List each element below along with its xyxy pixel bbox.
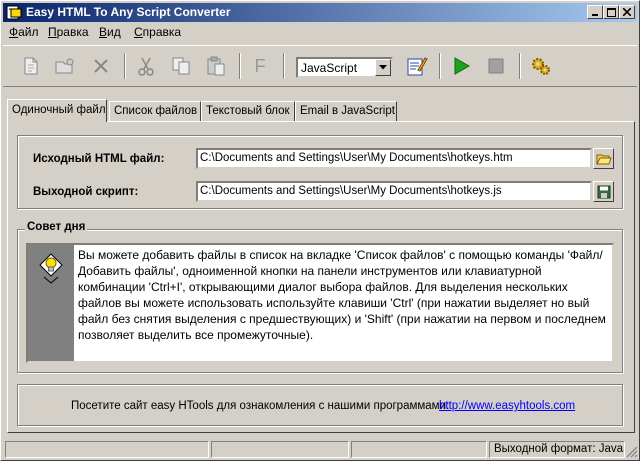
menu-edit-accel: П: [48, 25, 57, 39]
edit-icon: [407, 57, 428, 76]
menu-file[interactable]: Файл: [9, 25, 39, 39]
window-title: Easy HTML To Any Script Converter: [26, 5, 231, 19]
resize-grip-icon[interactable]: [626, 446, 638, 458]
status-pane-1: [5, 441, 209, 458]
status-format: Выходной формат: JavaScript: [489, 441, 625, 458]
save-output-button[interactable]: [593, 181, 614, 202]
menu-view-accel: В: [99, 25, 108, 39]
tip-box: Вы можете добавить файлы в список на вкл…: [26, 243, 614, 363]
cut-button[interactable]: [134, 54, 158, 78]
chevron-down-icon: [379, 65, 387, 70]
toolbar: F JavaScript: [3, 45, 637, 87]
toolbar-separator: [439, 53, 441, 79]
source-file-label: Исходный HTML файл:: [33, 153, 165, 165]
stop-icon: [488, 58, 504, 74]
new-file-button[interactable]: [19, 54, 43, 78]
floppy-disk-icon: [597, 185, 610, 198]
settings-button[interactable]: [528, 54, 552, 78]
copy-button[interactable]: [169, 54, 193, 78]
paste-icon: [207, 56, 225, 76]
menu-file-accel: Ф: [9, 25, 19, 39]
tab-strip: Одиночный файл Список файлов Текстовый б…: [7, 99, 635, 122]
menu-edit-label: равка: [56, 25, 89, 39]
close-icon: [623, 8, 631, 16]
title-bar[interactable]: Easy HTML To Any Script Converter: [3, 3, 637, 22]
toolbar-separator: [124, 53, 126, 79]
output-script-input[interactable]: C:\Documents and Settings\User\My Docume…: [196, 181, 592, 202]
toolbar-separator: [519, 53, 521, 79]
font-button[interactable]: F: [248, 54, 272, 78]
menu-help-accel: С: [134, 25, 143, 39]
add-files-icon: [55, 58, 74, 74]
run-button[interactable]: [449, 54, 473, 78]
browse-source-button[interactable]: [593, 148, 614, 169]
output-script-label: Выходной скрипт:: [33, 186, 139, 198]
tab-email-js[interactable]: Email в JavaScript: [295, 101, 397, 121]
visit-text: Посетите сайт easy HTools для ознакомлен…: [71, 400, 450, 412]
run-icon: [454, 57, 471, 75]
tab-file-list[interactable]: Список файлов: [109, 101, 201, 121]
stop-button[interactable]: [484, 54, 508, 78]
toolbar-separator: [239, 53, 241, 79]
maximize-button[interactable]: [603, 5, 619, 19]
status-bar: Выходной формат: JavaScript: [3, 441, 639, 459]
close-button[interactable]: [619, 5, 635, 19]
menu-view[interactable]: Вид: [99, 25, 121, 39]
app-icon: [6, 5, 22, 20]
tip-strip: [28, 245, 74, 361]
folder-open-icon: [595, 154, 612, 164]
status-pane-3: [351, 441, 487, 458]
copy-icon: [172, 57, 190, 75]
font-icon: F: [254, 55, 266, 76]
minimize-icon: [592, 14, 598, 16]
settings-icon: [532, 58, 550, 75]
maximize-icon: [606, 7, 616, 17]
status-pane-2: [211, 441, 349, 458]
menu-edit[interactable]: Правка: [48, 25, 89, 39]
app-window: Easy HTML To Any Script Converter Файл П…: [0, 0, 640, 461]
menu-view-label: ид: [107, 25, 121, 39]
tip-text: Вы можете добавить файлы в список на вкл…: [78, 248, 606, 342]
source-file-input[interactable]: C:\Documents and Settings\User\My Docume…: [196, 148, 592, 169]
menu-help-label: правка: [142, 25, 182, 39]
dropdown-arrow-button[interactable]: [375, 59, 391, 76]
cut-icon: [138, 57, 154, 76]
menu-file-label: айл: [18, 25, 39, 39]
tab-text-block[interactable]: Текстовый блок: [201, 101, 295, 121]
menu-help[interactable]: Справка: [134, 25, 181, 39]
output-format-select[interactable]: JavaScript: [296, 57, 393, 78]
minimize-button[interactable]: [587, 5, 603, 19]
lightbulb-icon: [39, 253, 63, 284]
menu-bar: Файл Правка Вид Справка: [3, 23, 637, 41]
paste-button[interactable]: [204, 54, 228, 78]
delete-icon: [94, 59, 108, 73]
output-format-value: JavaScript: [301, 61, 358, 75]
edit-button[interactable]: [405, 54, 429, 78]
toolbar-separator: [283, 53, 285, 79]
add-files-button[interactable]: [53, 54, 77, 78]
website-link[interactable]: http://www.easyhtools.com: [439, 400, 575, 412]
tab-single-file[interactable]: Одиночный файл: [7, 99, 107, 122]
new-file-icon: [24, 57, 38, 75]
tip-legend: Совет дня: [25, 221, 88, 233]
delete-button[interactable]: [89, 54, 113, 78]
